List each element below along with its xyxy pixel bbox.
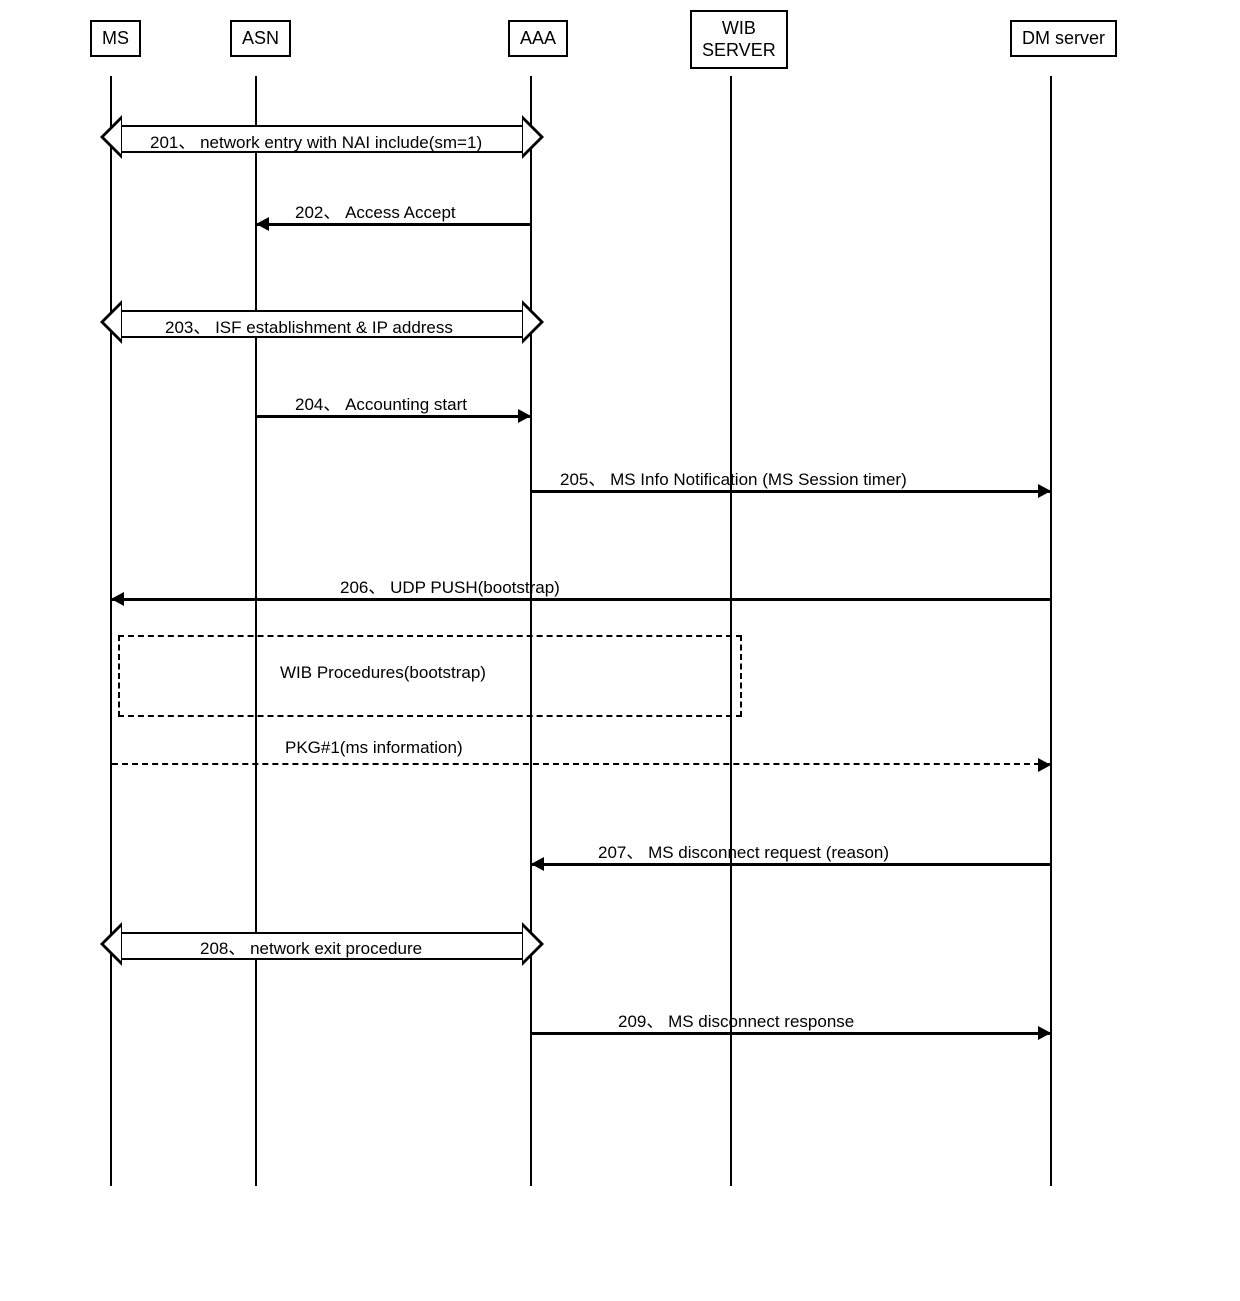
msg-202-label: 202、 Access Accept: [295, 198, 456, 223]
lifeline-dm: [1050, 76, 1052, 1186]
lifeline-ms: [110, 76, 112, 1186]
msg-208-label: 208、 network exit procedure: [200, 934, 422, 959]
msg-206-label: 206、 UDP PUSH(bootstrap): [340, 573, 560, 598]
lifeline-asn: [255, 76, 257, 1186]
lifeline-aaa: [530, 76, 532, 1186]
actor-aaa: AAA: [508, 20, 568, 57]
msg-206-udp-push: [112, 598, 1050, 601]
msg-204-label: 204、 Accounting start: [295, 390, 467, 415]
actor-asn: ASN: [230, 20, 291, 57]
msg-209-disconnect-response: [532, 1032, 1050, 1035]
wib-procedures-label: WIB Procedures(bootstrap): [280, 663, 486, 683]
msg-205-info-notification: [532, 490, 1050, 493]
sequence-diagram: MS ASN AAA WIBSERVER DM server 201、 netw…: [70, 20, 1170, 1200]
msg-202-access-accept: [257, 223, 530, 226]
pkg1-label: PKG#1(ms information): [285, 738, 463, 758]
msg-209-label: 209、 MS disconnect response: [618, 1007, 854, 1032]
actor-ms: MS: [90, 20, 141, 57]
msg-201-label: 201、 network entry with NAI include(sm=1…: [150, 128, 482, 153]
actor-wib-server: WIBSERVER: [690, 10, 788, 69]
msg-207-disconnect-request: [532, 863, 1050, 866]
msg-207-label: 207、 MS disconnect request (reason): [598, 838, 889, 863]
msg-203-label: 203、 ISF establishment & IP address: [165, 313, 453, 338]
msg-pkg1: [112, 763, 1050, 765]
msg-205-label: 205、 MS Info Notification (MS Session ti…: [560, 465, 907, 490]
msg-204-accounting-start: [257, 415, 530, 418]
actor-dm-server: DM server: [1010, 20, 1117, 57]
